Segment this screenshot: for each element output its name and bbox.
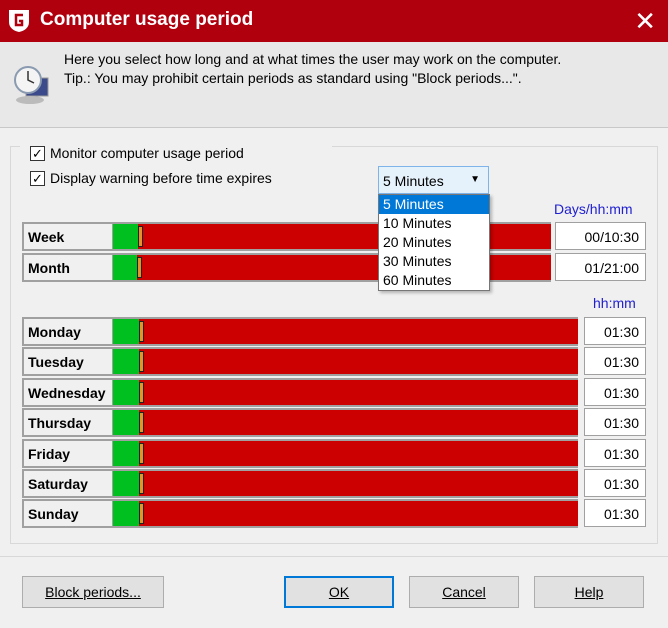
title-bar: Computer usage period ✕ [0, 0, 668, 42]
clock-computer-icon [14, 66, 49, 104]
allowed-segment [113, 471, 139, 496]
row-label: Thursday [22, 408, 113, 438]
period-unit-label: Days/hh:mm [554, 201, 633, 217]
row-label: Saturday [22, 469, 113, 498]
row-label: Week [22, 222, 113, 251]
header-description: Here you select how long and at what tim… [64, 51, 562, 67]
warning-time-select[interactable]: 5 Minutes ▼ [378, 166, 489, 194]
warning-label: Display warning before time expires [50, 170, 272, 186]
allowed-segment [113, 319, 139, 344]
dropdown-option[interactable]: 60 Minutes [379, 271, 489, 290]
dropdown-option[interactable]: 20 Minutes [379, 233, 489, 252]
window-title: Computer usage period [40, 9, 254, 30]
time-value-field[interactable]: 01:30 [584, 408, 646, 437]
slider-handle[interactable] [139, 503, 144, 525]
button-label: Block periods... [45, 584, 141, 600]
dropdown-arrow-icon: ▼ [470, 174, 480, 185]
row-label: Friday [22, 438, 113, 468]
warning-checkbox[interactable]: ✓ Display warning before time expires [30, 170, 272, 186]
row-label: Wednesday [22, 377, 113, 407]
allowed-segment [113, 410, 139, 436]
time-slider-bar[interactable] [113, 347, 578, 377]
monitor-label: Monitor computer usage period [50, 145, 244, 161]
allowed-segment [113, 255, 137, 280]
checkbox-icon: ✓ [30, 170, 45, 186]
slider-handle[interactable] [139, 351, 144, 373]
time-value-field[interactable]: 01:30 [584, 469, 646, 497]
slider-handle[interactable] [137, 257, 142, 278]
allowed-segment [113, 379, 139, 405]
time-slider-bar[interactable] [113, 499, 578, 529]
time-value-field[interactable]: 01:30 [584, 377, 646, 406]
allowed-segment [113, 349, 139, 375]
row-label: Sunday [22, 499, 113, 529]
time-value-field[interactable]: 01/21:00 [555, 253, 646, 281]
allowed-segment [113, 224, 138, 249]
row-label: Monday [22, 317, 113, 346]
slider-handle[interactable] [139, 473, 144, 494]
cancel-button[interactable]: Cancel [409, 576, 519, 608]
monitor-checkbox[interactable]: ✓ Monitor computer usage period [30, 145, 244, 161]
help-button[interactable]: Help [534, 576, 644, 608]
select-value: 5 Minutes [383, 173, 444, 189]
dropdown-option[interactable]: 5 Minutes [379, 195, 489, 214]
day-unit-label: hh:mm [593, 295, 636, 311]
time-value-field[interactable]: 01:30 [584, 317, 646, 345]
ok-button[interactable]: OK [284, 576, 394, 608]
gdata-logo-icon [9, 10, 29, 32]
slider-handle[interactable] [139, 381, 144, 403]
dropdown-option[interactable]: 10 Minutes [379, 214, 489, 233]
slider-handle[interactable] [139, 442, 144, 464]
row-label: Tuesday [22, 347, 113, 377]
allowed-segment [113, 440, 139, 466]
row-label: Month [22, 253, 113, 282]
time-value-field[interactable]: 01:30 [584, 347, 646, 376]
button-label: Help [574, 584, 604, 600]
slider-handle[interactable] [139, 321, 144, 342]
button-label: Cancel [442, 584, 486, 600]
button-label: OK [328, 584, 350, 600]
time-slider-bar[interactable] [113, 377, 578, 407]
warning-time-dropdown: 5 Minutes 10 Minutes 20 Minutes 30 Minutes 6… [378, 194, 490, 291]
header-panel: Here you select how long and at what tim… [0, 42, 668, 128]
header-tip: Tip.: You may prohibit certain periods a… [64, 70, 522, 86]
dropdown-option[interactable]: 30 Minutes [379, 252, 489, 271]
block-periods-button[interactable]: Block periods... [22, 576, 164, 608]
time-slider-bar[interactable] [113, 438, 578, 468]
slider-handle[interactable] [139, 412, 144, 434]
checkbox-icon: ✓ [30, 145, 45, 161]
close-icon[interactable]: ✕ [634, 6, 656, 37]
time-value-field[interactable]: 00/10:30 [555, 222, 646, 250]
footer-divider [0, 556, 668, 557]
allowed-segment [113, 501, 139, 527]
slider-handle[interactable] [138, 226, 143, 247]
time-slider-bar[interactable] [113, 317, 578, 346]
time-slider-bar[interactable] [113, 469, 578, 498]
time-value-field[interactable]: 01:30 [584, 438, 646, 467]
time-slider-bar[interactable] [113, 408, 578, 438]
time-value-field[interactable]: 01:30 [584, 499, 646, 528]
